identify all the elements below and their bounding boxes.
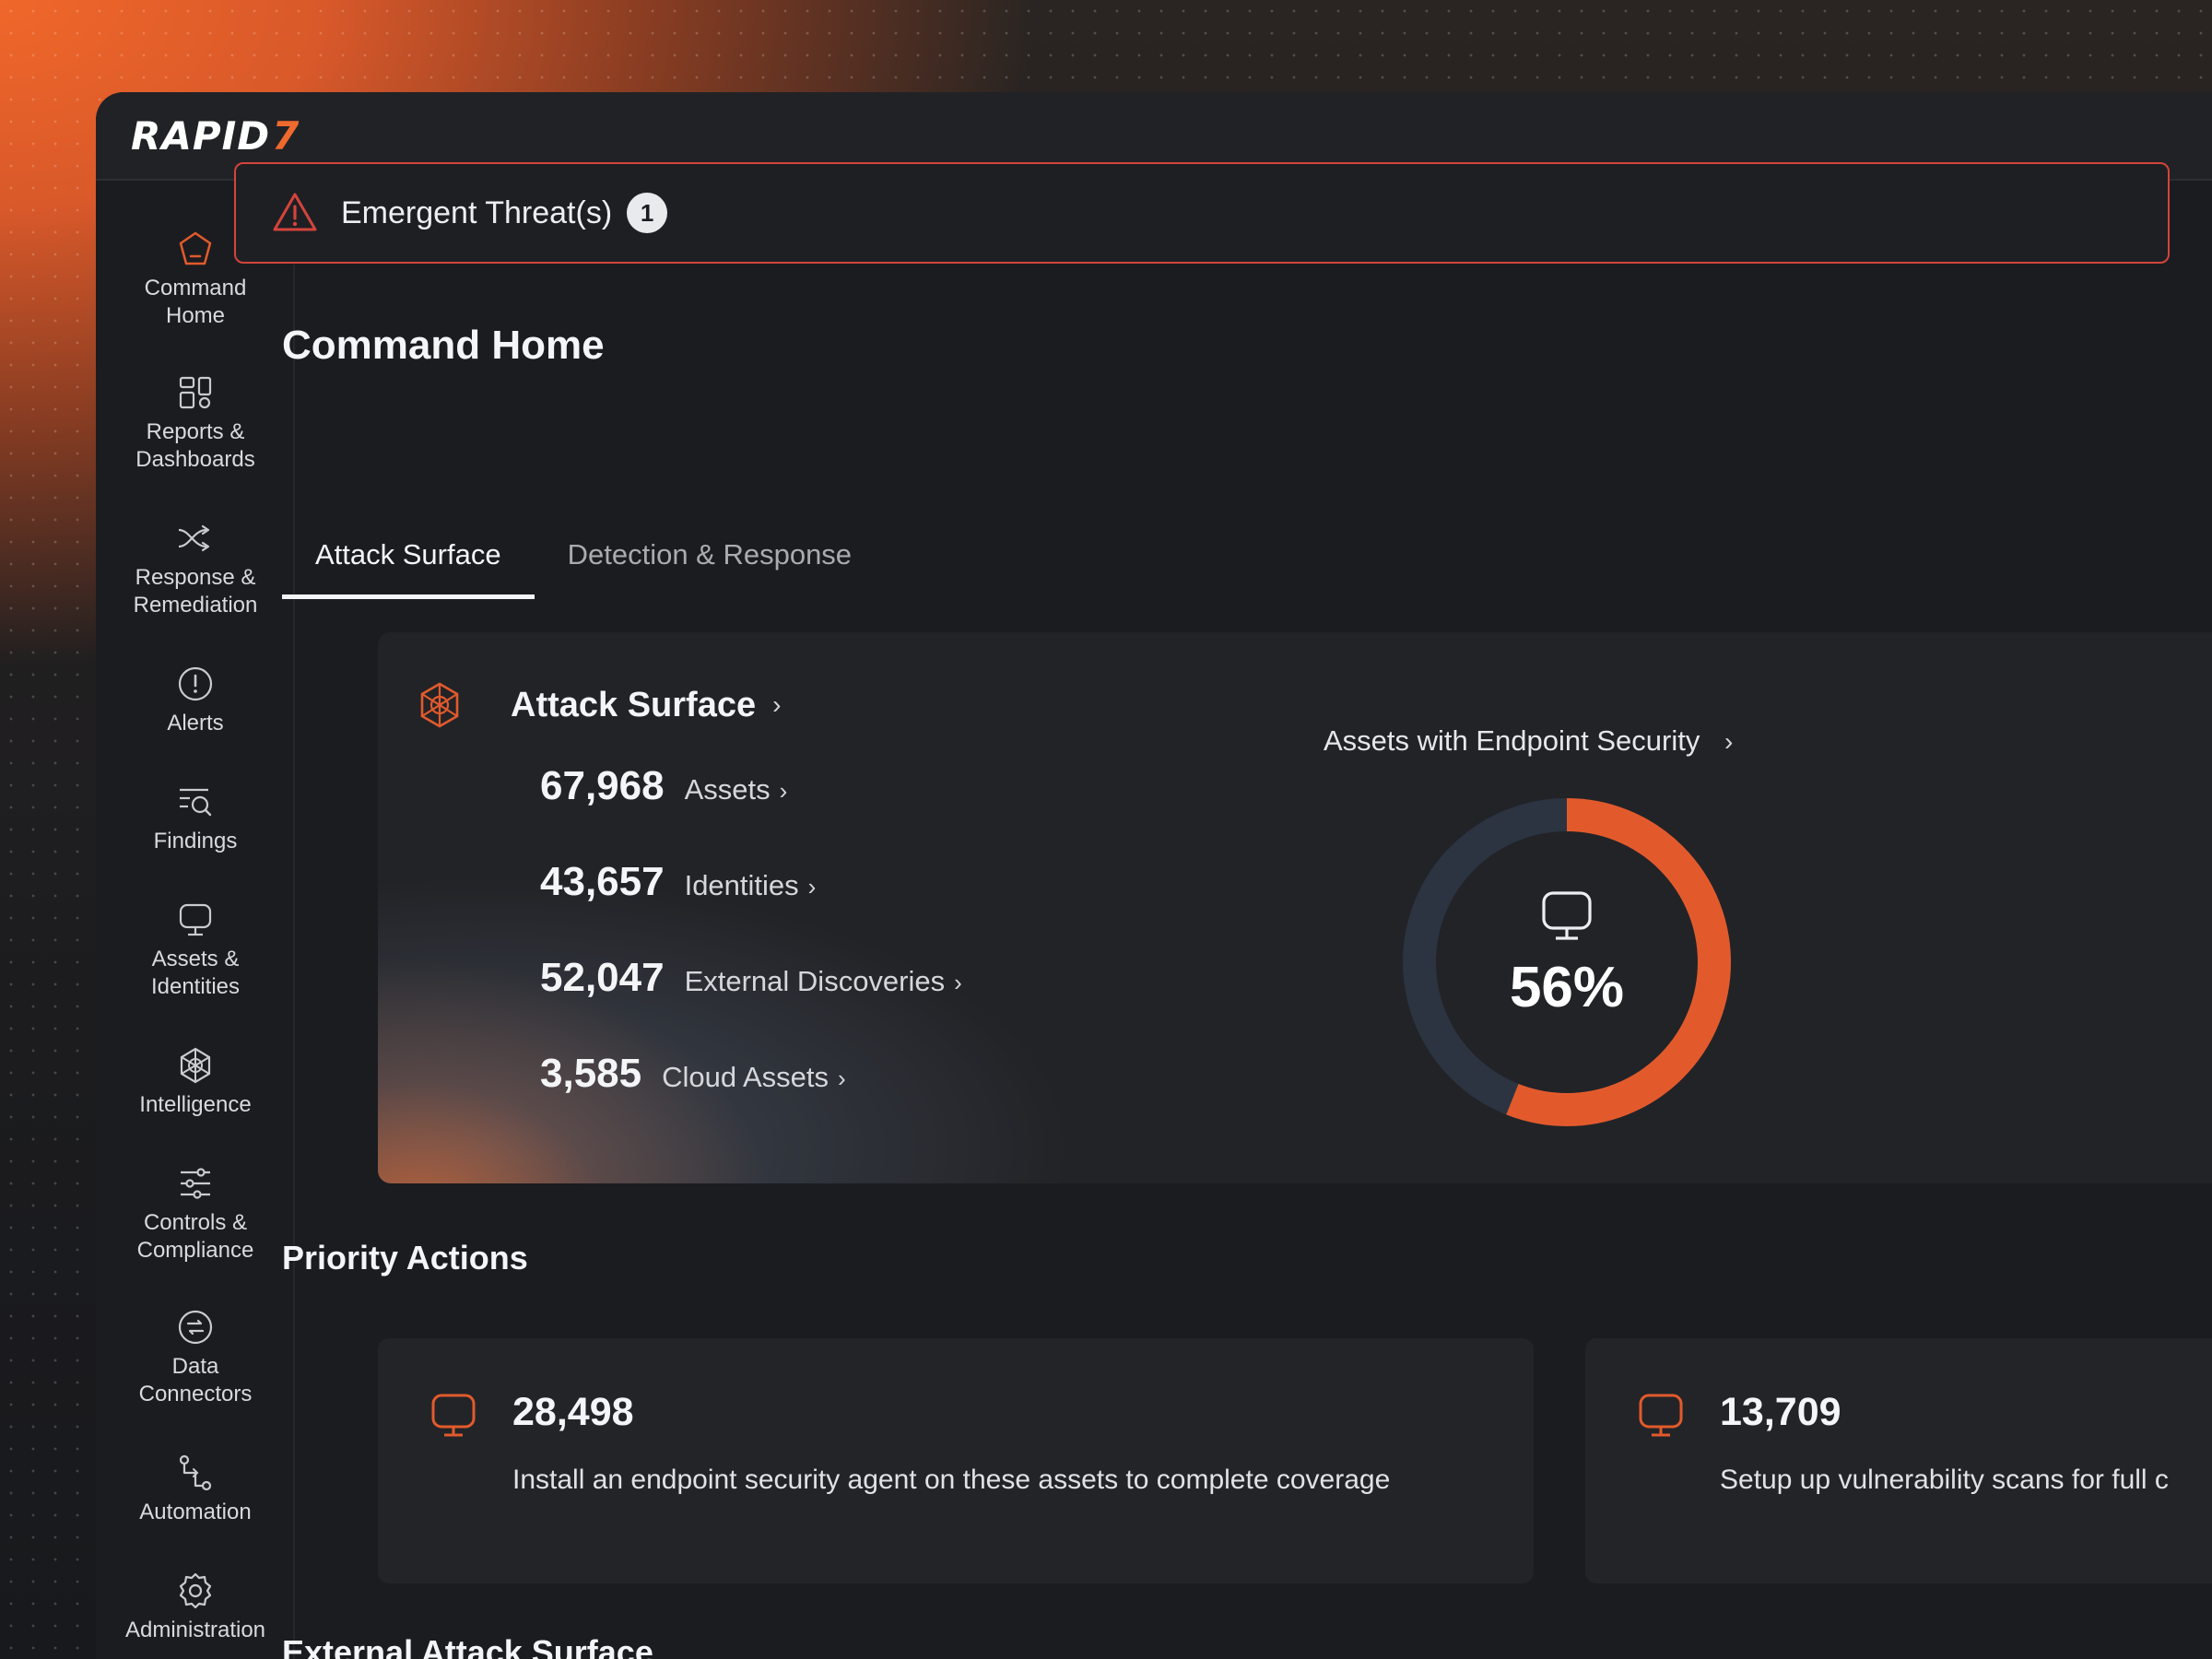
chevron-right-icon: › <box>772 690 782 719</box>
tab-bar: Attack Surface Detection & Response <box>282 516 885 599</box>
workflow-icon <box>179 1454 212 1491</box>
logo-text: RAPID <box>131 112 271 159</box>
stat-label: External Discoveries <box>684 965 946 997</box>
sidebar-item-label: Alerts <box>167 711 224 735</box>
alert-circle-icon <box>178 666 213 701</box>
sidebar-item-administration[interactable]: Administration <box>96 1571 295 1644</box>
attack-surface-card: Attack Surface › 67,968 Assets › 43,657 … <box>378 632 2212 1183</box>
monitor-icon <box>431 1394 476 1437</box>
chevron-right-icon: › <box>954 969 962 996</box>
priority-action-count: 28,498 <box>512 1390 634 1434</box>
sidebar-item-label: Automation <box>139 1500 252 1524</box>
sidebar-item-label: Administration <box>124 1618 266 1642</box>
sidebar-item-label: Reports & Dashboards <box>135 419 255 472</box>
shuffle-icon <box>178 524 210 552</box>
emergent-threats-count-badge: 1 <box>627 193 668 233</box>
monitor-icon <box>179 903 212 936</box>
stat-identities[interactable]: 43,657 Identities › <box>540 859 816 905</box>
sidebar-item-label: Controls & Compliance <box>136 1210 254 1263</box>
stat-value: 52,047 <box>540 955 665 1000</box>
attack-surface-network-icon <box>420 682 459 728</box>
endpoint-coverage-donut: 56% <box>1403 798 1731 1126</box>
attack-surface-header[interactable]: Attack Surface › <box>415 680 781 730</box>
sidebar-item-intelligence[interactable]: Intelligence <box>96 1045 295 1119</box>
monitor-icon <box>1542 891 1592 940</box>
tab-detection-response[interactable]: Detection & Response <box>535 516 885 599</box>
sidebar-item-findings[interactable]: Findings <box>96 782 295 855</box>
endpoint-security-link[interactable]: Assets with Endpoint Security › <box>1324 724 1733 758</box>
chevron-right-icon: › <box>807 873 817 900</box>
stat-value: 43,657 <box>540 859 665 904</box>
sidebar-item-label: Assets & Identities <box>150 947 241 999</box>
sidebar-item-assets-identities[interactable]: Assets & Identities <box>96 900 295 1001</box>
emergent-threats-banner[interactable]: Emergent Threat(s) 1 <box>234 162 2170 264</box>
sidebar: Command Home Reports & Dashboards Respon… <box>96 181 295 1659</box>
external-attack-surface-title: External Attack Surface <box>282 1633 653 1659</box>
stat-assets[interactable]: 67,968 Assets › <box>540 763 787 809</box>
chevron-right-icon: › <box>1724 727 1734 756</box>
endpoint-percent-label: 56% <box>1510 956 1624 1019</box>
sidebar-item-label: Intelligence <box>139 1092 252 1117</box>
stat-value: 67,968 <box>540 763 665 808</box>
sidebar-item-label: Command Home <box>144 276 247 328</box>
dashboard-icon <box>179 376 212 409</box>
sidebar-item-controls-compliance[interactable]: Controls & Compliance <box>96 1163 295 1265</box>
stat-value: 3,585 <box>540 1051 642 1096</box>
priority-action-card[interactable]: 28,498 Install an endpoint security agen… <box>378 1338 1534 1583</box>
priority-actions-title: Priority Actions <box>282 1239 528 1277</box>
sidebar-item-label: Response & Remediation <box>133 565 258 618</box>
tab-attack-surface[interactable]: Attack Surface <box>282 516 535 599</box>
priority-action-description: Setup up vulnerability scans for full c <box>1720 1465 2169 1495</box>
sidebar-item-alerts[interactable]: Alerts <box>96 664 295 737</box>
page-title: Command Home <box>282 323 605 368</box>
stat-external-discoveries[interactable]: 52,047 External Discoveries › <box>540 955 962 1001</box>
sidebar-item-label: Data Connectors <box>138 1354 253 1406</box>
stat-label: Assets <box>684 773 771 806</box>
attack-surface-title: Attack Surface <box>511 685 757 724</box>
warning-triangle-icon <box>273 193 317 231</box>
endpoint-security-title: Assets with Endpoint Security <box>1324 724 1700 757</box>
stat-label: Identities <box>684 869 799 901</box>
priority-action-card[interactable]: 13,709 Setup up vulnerability scans for … <box>1585 1338 2212 1583</box>
emergent-threats-label: Emergent Threat(s) <box>341 194 613 230</box>
chevron-right-icon: › <box>779 777 788 805</box>
stat-cloud-assets[interactable]: 3,585 Cloud Assets › <box>540 1051 846 1097</box>
findings-search-icon <box>180 788 212 817</box>
sidebar-item-label: Findings <box>153 829 238 853</box>
home-icon <box>179 231 212 265</box>
rapid7-logo[interactable]: RAPID 7 <box>131 113 300 159</box>
network-icon <box>180 1047 211 1084</box>
stat-label: Cloud Assets <box>662 1061 830 1093</box>
priority-action-count: 13,709 <box>1720 1390 1841 1434</box>
monitor-icon <box>1639 1394 1683 1437</box>
priority-action-description: Install an endpoint security agent on th… <box>512 1465 1391 1495</box>
sidebar-item-reports-dashboards[interactable]: Reports & Dashboards <box>96 372 295 474</box>
sidebar-item-data-connectors[interactable]: Data Connectors <box>96 1307 295 1408</box>
gear-icon <box>179 1572 212 1609</box>
chevron-right-icon: › <box>838 1065 846 1092</box>
connector-icon <box>178 1310 213 1345</box>
logo-mark: 7 <box>272 112 300 159</box>
sidebar-item-response-remediation[interactable]: Response & Remediation <box>96 518 295 619</box>
sidebar-item-automation[interactable]: Automation <box>96 1453 295 1526</box>
sliders-icon <box>181 1168 210 1199</box>
